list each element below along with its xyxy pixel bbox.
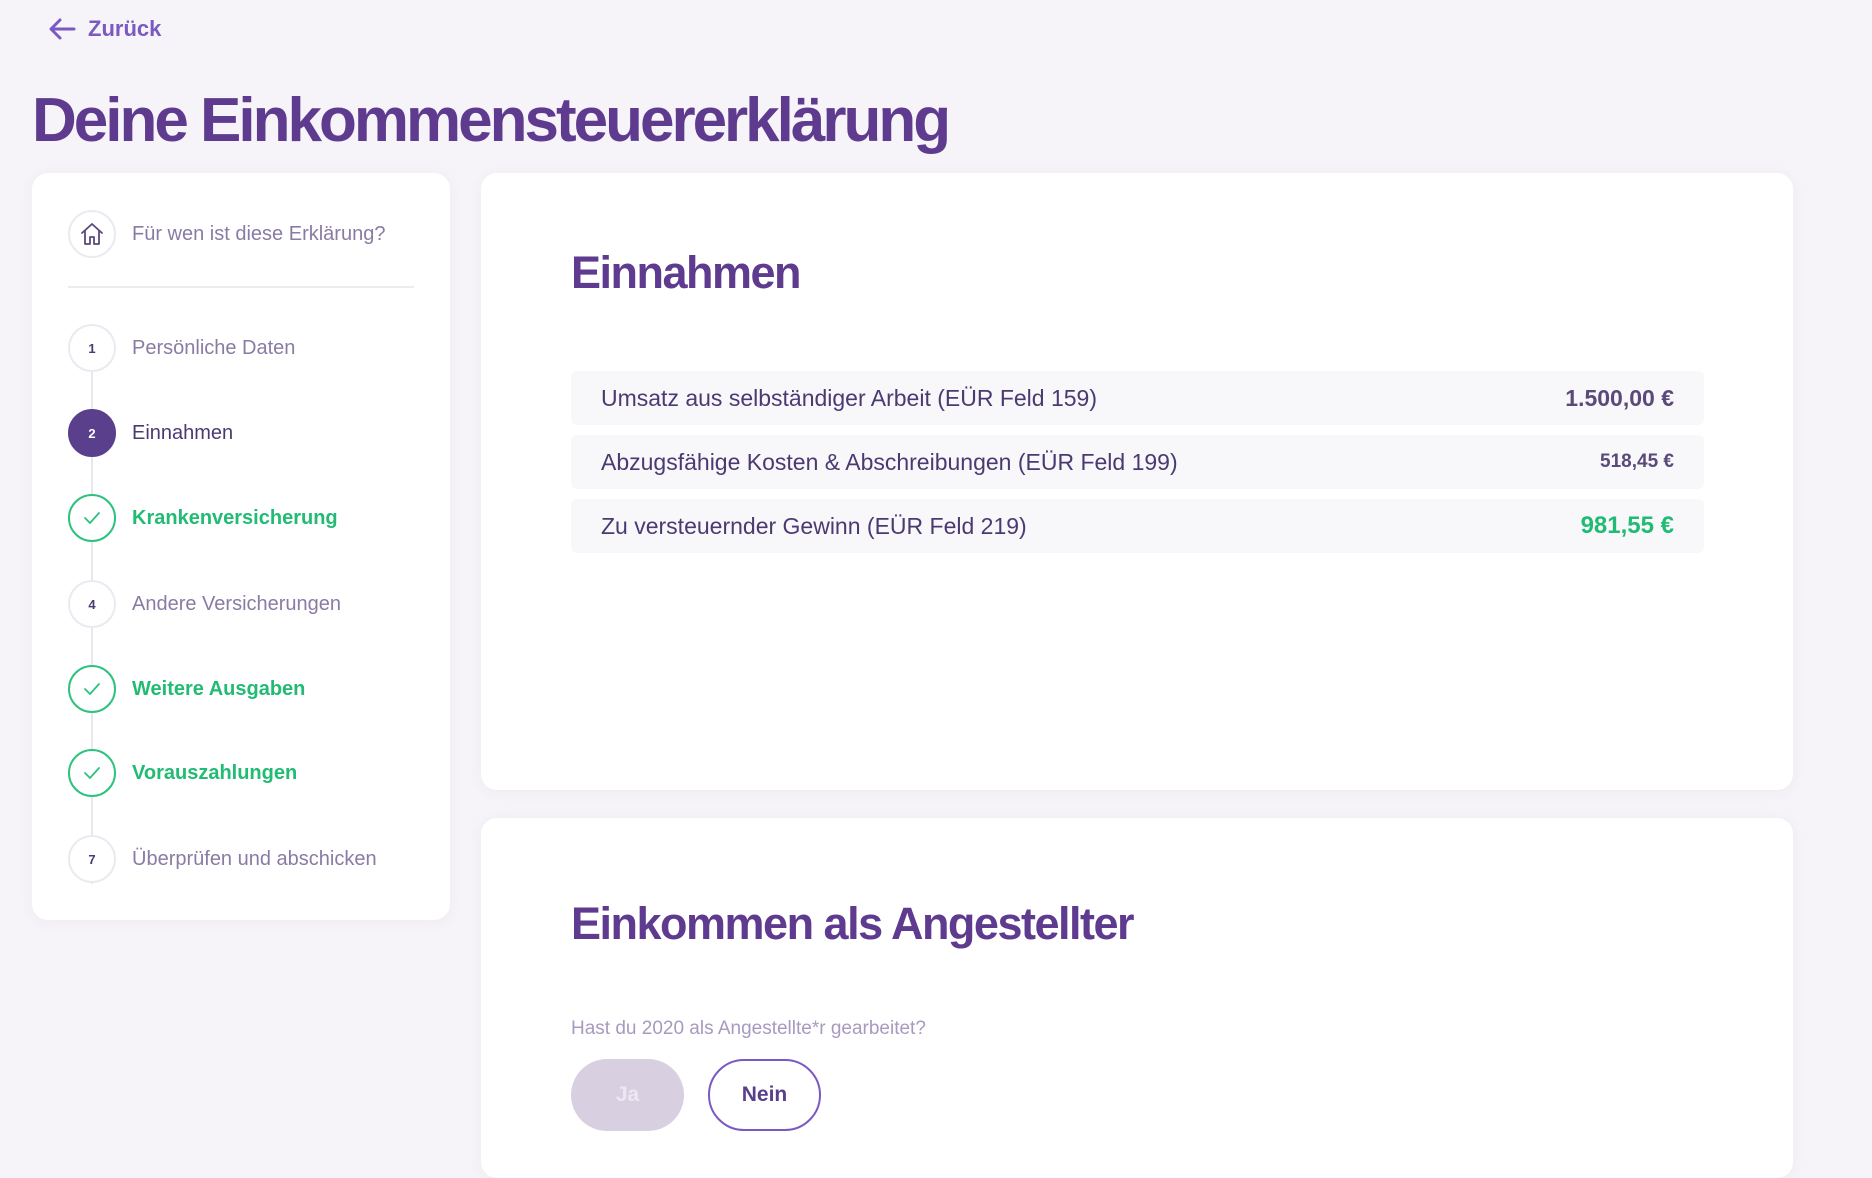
step-label: Krankenversicherung bbox=[132, 506, 338, 529]
arrow-left-icon bbox=[49, 18, 76, 40]
sidebar-step-personal-data[interactable]: 1 Persönliche Daten bbox=[68, 324, 295, 372]
no-button[interactable]: Nein bbox=[708, 1059, 821, 1131]
income-row-revenue: Umsatz aus selbständiger Arbeit (EÜR Fel… bbox=[571, 371, 1704, 425]
sidebar-step-other-expenses[interactable]: Weitere Ausgaben bbox=[68, 665, 305, 713]
sidebar-step-prepayments[interactable]: Vorauszahlungen bbox=[68, 749, 297, 797]
step-number-badge: 2 bbox=[68, 409, 116, 457]
employment-section-title: Einkommen als Angestellter bbox=[571, 898, 1135, 949]
home-circle bbox=[68, 210, 116, 258]
checkmark-icon bbox=[84, 683, 100, 695]
back-link[interactable]: Zurück bbox=[48, 16, 161, 42]
step-label: Vorauszahlungen bbox=[132, 761, 298, 784]
step-done-badge bbox=[68, 749, 116, 797]
employment-income-card: Einkommen als Angestellter Hast du 2020 … bbox=[481, 818, 1793, 1178]
income-row-deductible-costs: Abzugsfähige Kosten & Abschreibungen (EÜ… bbox=[571, 435, 1704, 489]
sidebar-step-review-submit[interactable]: 7 Überprüfen und abschicken bbox=[68, 835, 377, 883]
page-title: Deine Einkommensteuererklärung bbox=[32, 86, 951, 155]
back-link-label: Zurück bbox=[88, 16, 162, 41]
row-label: Umsatz aus selbständiger Arbeit (EÜR Fel… bbox=[601, 384, 1097, 411]
step-number-badge: 7 bbox=[68, 835, 116, 883]
step-number-badge: 4 bbox=[68, 580, 116, 628]
yes-button[interactable]: Ja bbox=[571, 1059, 684, 1131]
row-value: 1.500,00 € bbox=[1565, 384, 1674, 411]
step-label: Andere Versicherungen bbox=[132, 592, 342, 615]
row-label: Abzugsfähige Kosten & Abschreibungen (EÜ… bbox=[601, 448, 1178, 475]
row-label: Zu versteuernder Gewinn (EÜR Feld 219) bbox=[601, 512, 1027, 539]
step-label: Überprüfen und abschicken bbox=[132, 847, 377, 870]
row-value: 518,45 € bbox=[1600, 451, 1674, 472]
step-done-badge bbox=[68, 494, 116, 542]
checkmark-icon bbox=[84, 512, 100, 524]
step-label: Persönliche Daten bbox=[132, 336, 296, 359]
step-label: Einnahmen bbox=[132, 421, 234, 444]
sidebar-step-other-insurance[interactable]: 4 Andere Versicherungen bbox=[68, 580, 341, 628]
home-icon bbox=[81, 223, 103, 245]
step-label: Weitere Ausgaben bbox=[132, 677, 306, 700]
step-done-badge bbox=[68, 665, 116, 713]
sidebar-divider bbox=[68, 286, 414, 288]
step-number-badge: 1 bbox=[68, 324, 116, 372]
income-card: Einnahmen Umsatz aus selbständiger Arbei… bbox=[481, 173, 1793, 790]
employment-question: Hast du 2020 als Angestellte*r gearbeite… bbox=[571, 1018, 926, 1039]
checkmark-icon bbox=[84, 767, 100, 779]
income-row-taxable-profit: Zu versteuernder Gewinn (EÜR Feld 219) 9… bbox=[571, 499, 1704, 553]
sidebar-step-health-insurance[interactable]: Krankenversicherung bbox=[68, 494, 338, 542]
sidebar-item-home-label: Für wen ist diese Erklärung? bbox=[132, 222, 386, 245]
income-summary-list: Umsatz aus selbständiger Arbeit (EÜR Fel… bbox=[571, 371, 1704, 563]
sidebar-item-home[interactable]: Für wen ist diese Erklärung? bbox=[68, 210, 385, 258]
income-section-title: Einnahmen bbox=[571, 247, 802, 298]
row-value: 981,55 € bbox=[1580, 512, 1674, 539]
sidebar-step-income[interactable]: 2 Einnahmen bbox=[68, 409, 233, 457]
sidebar: Für wen ist diese Erklärung? 1 Persönlic… bbox=[32, 173, 450, 920]
